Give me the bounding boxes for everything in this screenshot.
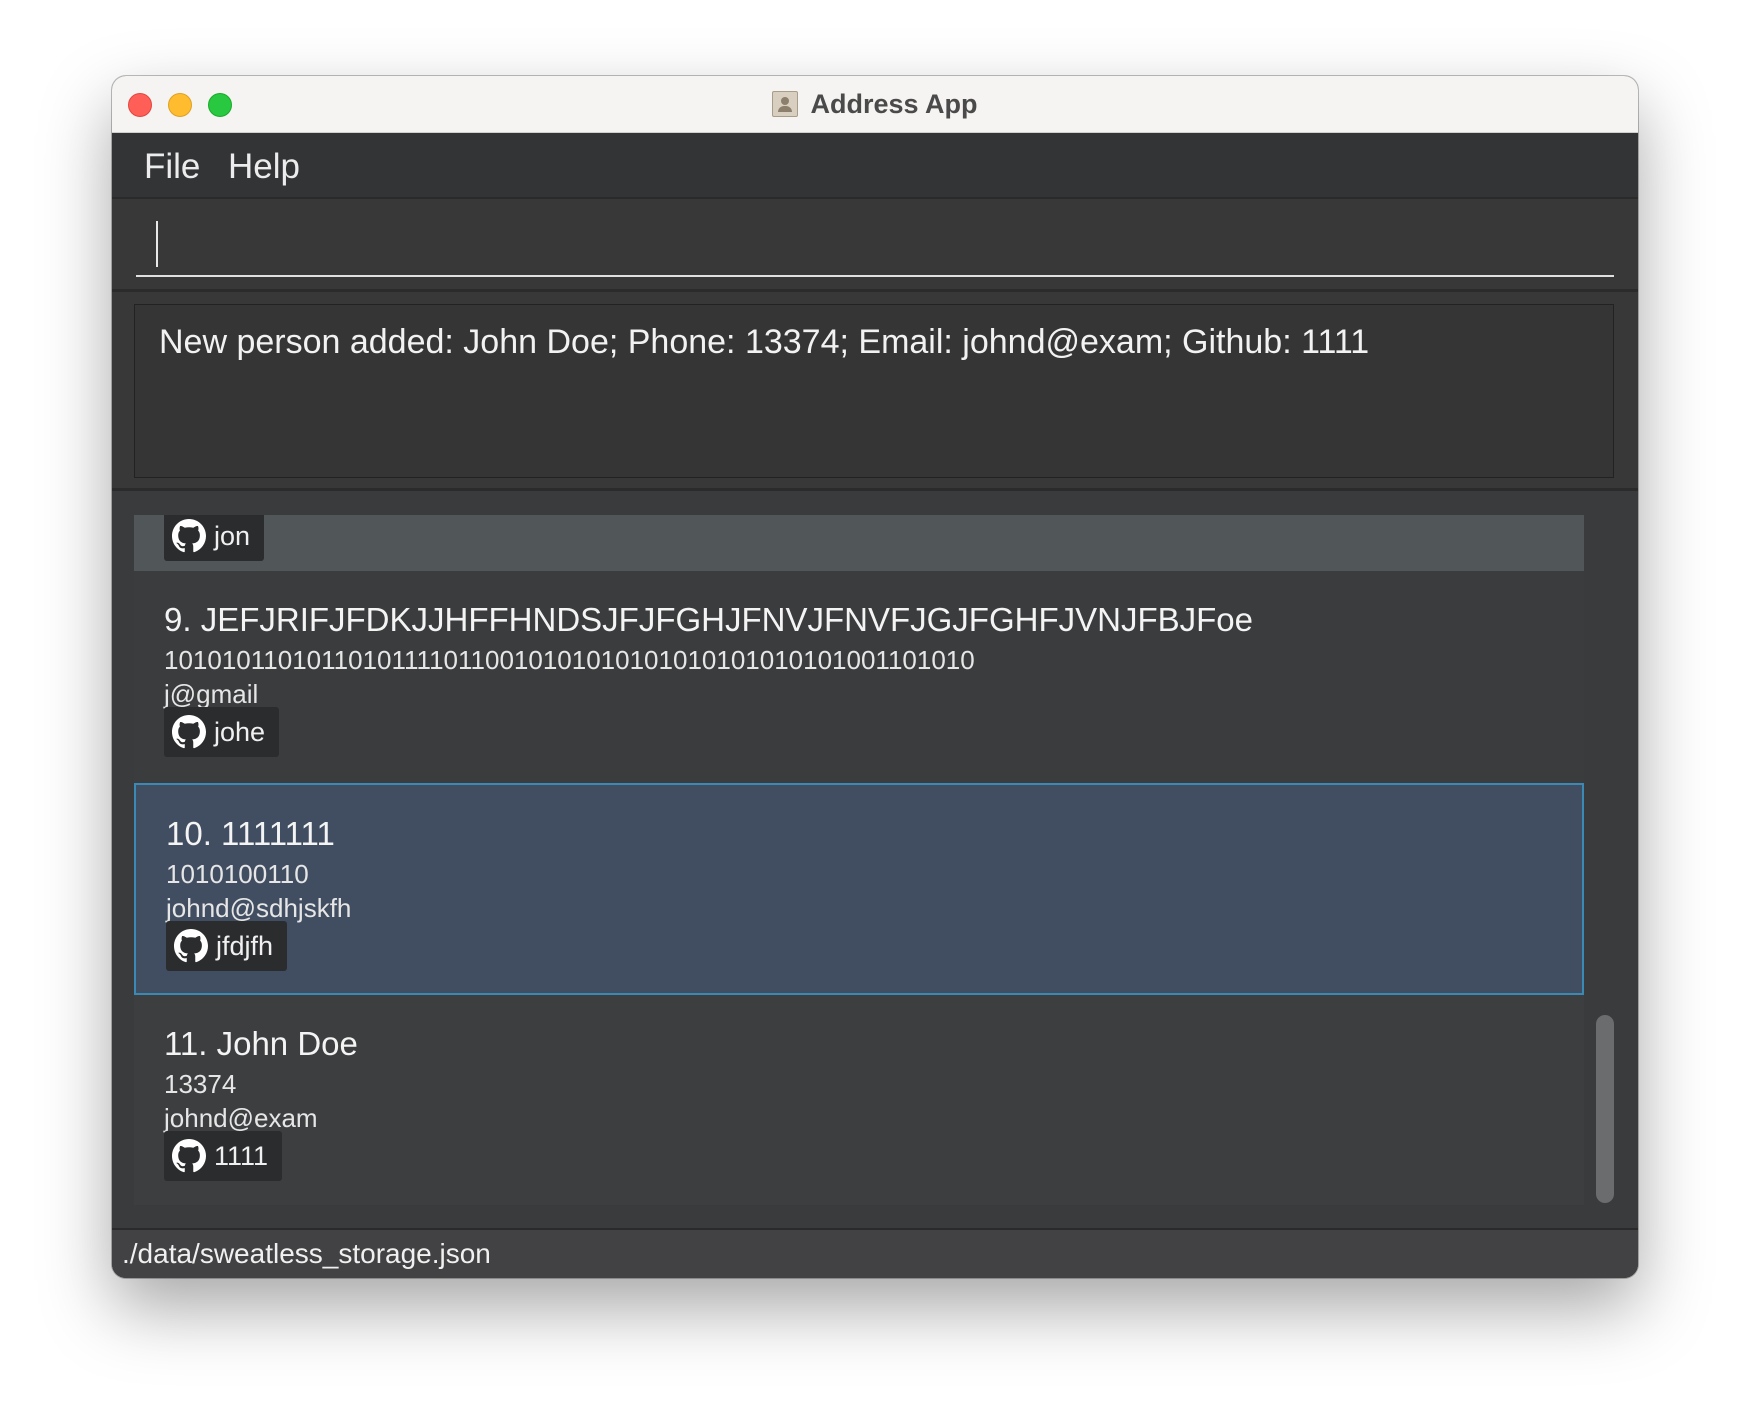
github-tag: jon xyxy=(164,515,265,561)
person-phone: 1010100110 xyxy=(166,859,309,889)
github-icon xyxy=(174,929,208,963)
github-tag: johe xyxy=(164,707,280,757)
storage-path: ./data/sweatless_storage.json xyxy=(122,1238,491,1269)
window-title: Address App xyxy=(810,88,978,119)
person-card-selected[interactable]: 10. 1111111 1010100110 johnd@sdhjskfh jf… xyxy=(134,783,1584,995)
github-tag: jfdjfh xyxy=(166,921,288,971)
github-tag: 1111 xyxy=(164,1131,283,1181)
person-list[interactable]: jon 9. JEFJRIFJFDKJJHFFHNDSJFJFGHJFNVJFN… xyxy=(134,515,1584,1205)
person-card[interactable]: 9. JEFJRIFJFDKJJHFFHNDSJFJFGHJFNVJFNVFJG… xyxy=(134,571,1584,783)
menu-help[interactable]: Help xyxy=(228,147,300,187)
title-bar: Address App xyxy=(112,76,1638,133)
person-card[interactable]: 11. John Doe 13374 johnd@exam 1111 xyxy=(134,995,1584,1205)
person-card[interactable]: jon xyxy=(134,515,1584,571)
command-input[interactable] xyxy=(136,217,1614,277)
person-name: 11. John Doe xyxy=(164,1025,358,1062)
person-name: 10. 1111111 xyxy=(166,815,335,852)
github-username: jon xyxy=(214,520,251,551)
github-icon xyxy=(172,1139,206,1173)
title-wrap: Address App xyxy=(112,76,1638,132)
result-display: New person added: John Doe; Phone: 13374… xyxy=(112,292,1638,491)
list-scrollbar[interactable] xyxy=(1592,515,1614,1205)
github-username: johe xyxy=(214,716,266,747)
github-username: 1111 xyxy=(214,1140,269,1171)
scrollbar-thumb[interactable] xyxy=(1596,1015,1614,1203)
result-message: New person added: John Doe; Phone: 13374… xyxy=(159,323,1370,361)
person-list-panel: jon 9. JEFJRIFJFDKJJHFFHNDSJFJFGHJFNVJFN… xyxy=(112,491,1638,1278)
result-text-area[interactable]: New person added: John Doe; Phone: 13374… xyxy=(134,304,1614,478)
github-icon xyxy=(172,715,206,749)
person-email: johnd@exam xyxy=(164,1103,318,1133)
address-book-icon xyxy=(772,91,799,117)
menu-file[interactable]: File xyxy=(144,147,200,187)
person-phone: 13374 xyxy=(164,1069,237,1099)
github-username: jfdjfh xyxy=(216,930,274,961)
status-bar: ./data/sweatless_storage.json xyxy=(112,1228,1638,1278)
person-name: 9. JEFJRIFJFDKJJHFFHNDSJFJFGHJFNVJFNVFJG… xyxy=(164,601,1253,638)
command-box xyxy=(112,199,1638,292)
app-window: Address App File Help New person added: … xyxy=(112,76,1638,1278)
text-caret xyxy=(156,221,158,267)
person-email: j@gmail xyxy=(164,679,259,709)
menu-bar: File Help xyxy=(112,133,1638,199)
github-icon xyxy=(172,519,206,553)
person-phone: 1010101101011010111101100101010101010101… xyxy=(164,645,975,675)
person-email: johnd@sdhjskfh xyxy=(166,893,352,923)
